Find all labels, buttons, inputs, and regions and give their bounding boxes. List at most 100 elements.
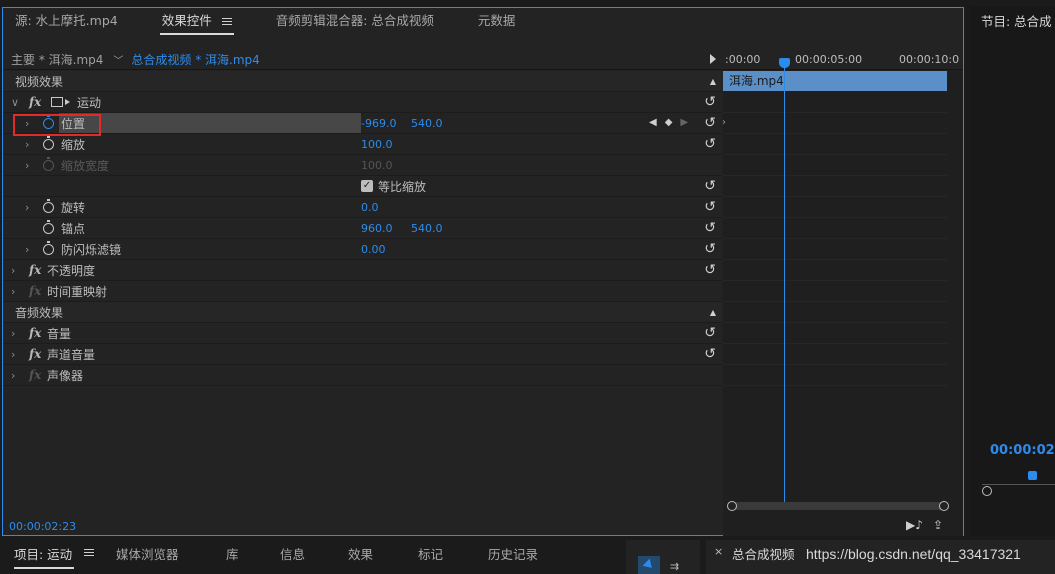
tab-info[interactable]: 信息 (280, 544, 305, 563)
chevron-right-icon[interactable]: › (25, 138, 29, 151)
scale-value[interactable]: 100.0 (361, 138, 393, 151)
anti-flicker-value[interactable]: 0.00 (361, 243, 386, 256)
reset-icon[interactable]: ↺ (704, 346, 716, 362)
position-x-value[interactable]: -969.0 (361, 117, 396, 130)
param-uniform-scale: ✓ 等比缩放 ↺ (3, 176, 722, 197)
reset-icon[interactable]: ↺ (704, 262, 716, 278)
next-keyframe-icon[interactable]: ▶ (680, 117, 688, 128)
export-icon[interactable]: ⇪ (933, 518, 943, 532)
rotation-value[interactable]: 0.0 (361, 201, 379, 214)
chevron-down-icon[interactable]: ∨ (11, 96, 19, 109)
collapse-up-icon[interactable]: ▲ (710, 77, 716, 86)
stopwatch-icon[interactable] (43, 199, 54, 213)
effect-volume[interactable]: › fx 音量 ↺ (3, 323, 722, 344)
selection-tool-icon[interactable] (638, 556, 660, 574)
effect-timeline[interactable]: :00:00 00:00:05:00 00:00:10:0 洱海.mp4 ▶♪ … (723, 50, 963, 536)
stopwatch-icon[interactable] (43, 136, 54, 150)
tab-history[interactable]: 历史记录 (488, 544, 538, 563)
scroll-end-handle[interactable] (939, 501, 949, 511)
motion-transform-icon[interactable] (51, 97, 70, 107)
param-rotation[interactable]: › 旋转 0.0 ↺ (3, 197, 722, 218)
panel-menu-icon[interactable] (84, 547, 94, 558)
playhead-line[interactable] (784, 58, 785, 510)
tab-audio-clip-mixer[interactable]: 音频剪辑混合器: 总合成视频 (276, 8, 434, 36)
play-audio-icon[interactable]: ▶♪ (906, 518, 923, 532)
current-timecode[interactable]: 00:00:02:23 (9, 520, 76, 533)
sequence-tab[interactable]: 总合成视频 (732, 544, 795, 563)
playhead-handle[interactable] (779, 58, 790, 68)
program-playhead[interactable] (1028, 471, 1037, 480)
chevron-right-icon[interactable]: › (11, 348, 15, 361)
panner-label: 声像器 (47, 368, 84, 383)
stopwatch-icon[interactable] (43, 220, 54, 234)
track-select-tool-icon[interactable]: ⇉ (670, 560, 679, 573)
chevron-right-icon[interactable]: › (11, 285, 15, 298)
prev-keyframe-icon[interactable]: ◀ (649, 117, 657, 128)
program-ruler[interactable] (982, 477, 1055, 485)
uniform-scale-checkbox[interactable]: ✓ (361, 180, 373, 192)
audio-effects-label: 音频效果 (15, 305, 64, 320)
clip-header: 主要 * 洱海.mp4 ﹀ 总合成视频 * 洱海.mp4 (3, 50, 722, 70)
fx-icon[interactable]: fx (29, 95, 41, 109)
tab-source[interactable]: 源: 水上摩托.mp4 (15, 8, 118, 36)
chevron-right-icon[interactable]: › (11, 369, 15, 382)
scale-label: 缩放 (61, 137, 86, 152)
play-icon[interactable] (710, 54, 716, 64)
reset-icon[interactable]: ↺ (704, 325, 716, 341)
program-timecode[interactable]: 00:00:02:2 (990, 443, 1055, 458)
keyframe-navigator: ◀ ◆ ▶ (649, 117, 688, 128)
program-zoom-handle[interactable] (982, 486, 992, 496)
effect-time-remapping[interactable]: › fx 时间重映射 (3, 281, 722, 302)
reset-icon[interactable]: ↺ (704, 136, 716, 152)
reset-icon[interactable]: ↺ (704, 241, 716, 257)
program-title[interactable]: 节目: 总合成 (981, 11, 1052, 30)
param-anti-flicker[interactable]: › 防闪烁滤镜 0.00 ↺ (3, 239, 722, 260)
sequence-clip-label[interactable]: 总合成视频 * 洱海.mp4 (131, 51, 259, 68)
clip-bar[interactable]: 洱海.mp4 (723, 71, 947, 91)
timeline-zoom-scrollbar[interactable] (727, 501, 949, 511)
collapse-up-icon[interactable]: ▲ (710, 308, 716, 317)
chevron-right-icon[interactable]: › (25, 201, 29, 214)
panel-menu-icon[interactable] (221, 16, 232, 27)
close-icon[interactable]: × (714, 545, 723, 558)
add-keyframe-icon[interactable]: ◆ (665, 117, 673, 128)
effect-motion[interactable]: ∨ fx 运动 ↺ (3, 92, 722, 113)
reset-icon[interactable]: ↺ (704, 115, 716, 131)
reset-icon[interactable]: ↺ (704, 199, 716, 215)
effect-panner[interactable]: › fx 声像器 (3, 365, 722, 386)
timeline-bottom-tools: ▶♪ ⇪ (906, 518, 943, 532)
chevron-right-icon[interactable]: › (25, 243, 29, 256)
param-position[interactable]: › 位置 -969.0 540.0 ◀ ◆ ▶ ↺ (3, 113, 722, 134)
chevron-right-icon[interactable]: › (11, 327, 15, 340)
stopwatch-icon[interactable] (43, 241, 54, 255)
tab-libraries[interactable]: 库 (226, 544, 239, 563)
fx-icon[interactable]: fx (29, 263, 41, 277)
chevron-down-icon[interactable]: ﹀ (113, 52, 123, 67)
scroll-start-handle[interactable] (727, 501, 737, 511)
time-remap-label: 时间重映射 (47, 284, 108, 299)
reset-icon[interactable]: ↺ (704, 94, 716, 110)
tab-metadata[interactable]: 元数据 (478, 8, 516, 36)
reset-icon[interactable]: ↺ (704, 178, 716, 194)
tab-effect-controls[interactable]: 效果控件 (159, 8, 234, 36)
fx-icon[interactable]: fx (29, 347, 41, 361)
effect-channel-volume[interactable]: › fx 声道音量 ↺ (3, 344, 722, 365)
scale-width-value: 100.0 (361, 158, 393, 172)
param-scale[interactable]: › 缩放 100.0 ↺ (3, 134, 722, 155)
anchor-y-value[interactable]: 540.0 (411, 222, 443, 235)
tab-media-browser[interactable]: 媒体浏览器 (116, 544, 179, 563)
position-y-value[interactable]: 540.0 (411, 117, 443, 130)
anchor-x-value[interactable]: 960.0 (361, 222, 393, 235)
tab-project[interactable]: 项目: 运动 (14, 544, 75, 569)
effect-opacity[interactable]: › fx 不透明度 ↺ (3, 260, 722, 281)
tab-effects[interactable]: 效果 (348, 544, 373, 563)
master-clip-label[interactable]: 主要 * 洱海.mp4 (11, 51, 103, 68)
channel-volume-label: 声道音量 (47, 347, 96, 362)
video-effects-header: 视频效果 ▲ (3, 71, 722, 92)
chevron-right-icon[interactable]: › (11, 264, 15, 277)
fx-icon[interactable]: fx (29, 326, 41, 340)
time-ruler[interactable]: :00:00 00:00:05:00 00:00:10:0 (723, 50, 963, 70)
tab-markers[interactable]: 标记 (418, 544, 443, 563)
param-anchor-point[interactable]: 锚点 960.0 540.0 ↺ (3, 218, 722, 239)
reset-icon[interactable]: ↺ (704, 220, 716, 236)
